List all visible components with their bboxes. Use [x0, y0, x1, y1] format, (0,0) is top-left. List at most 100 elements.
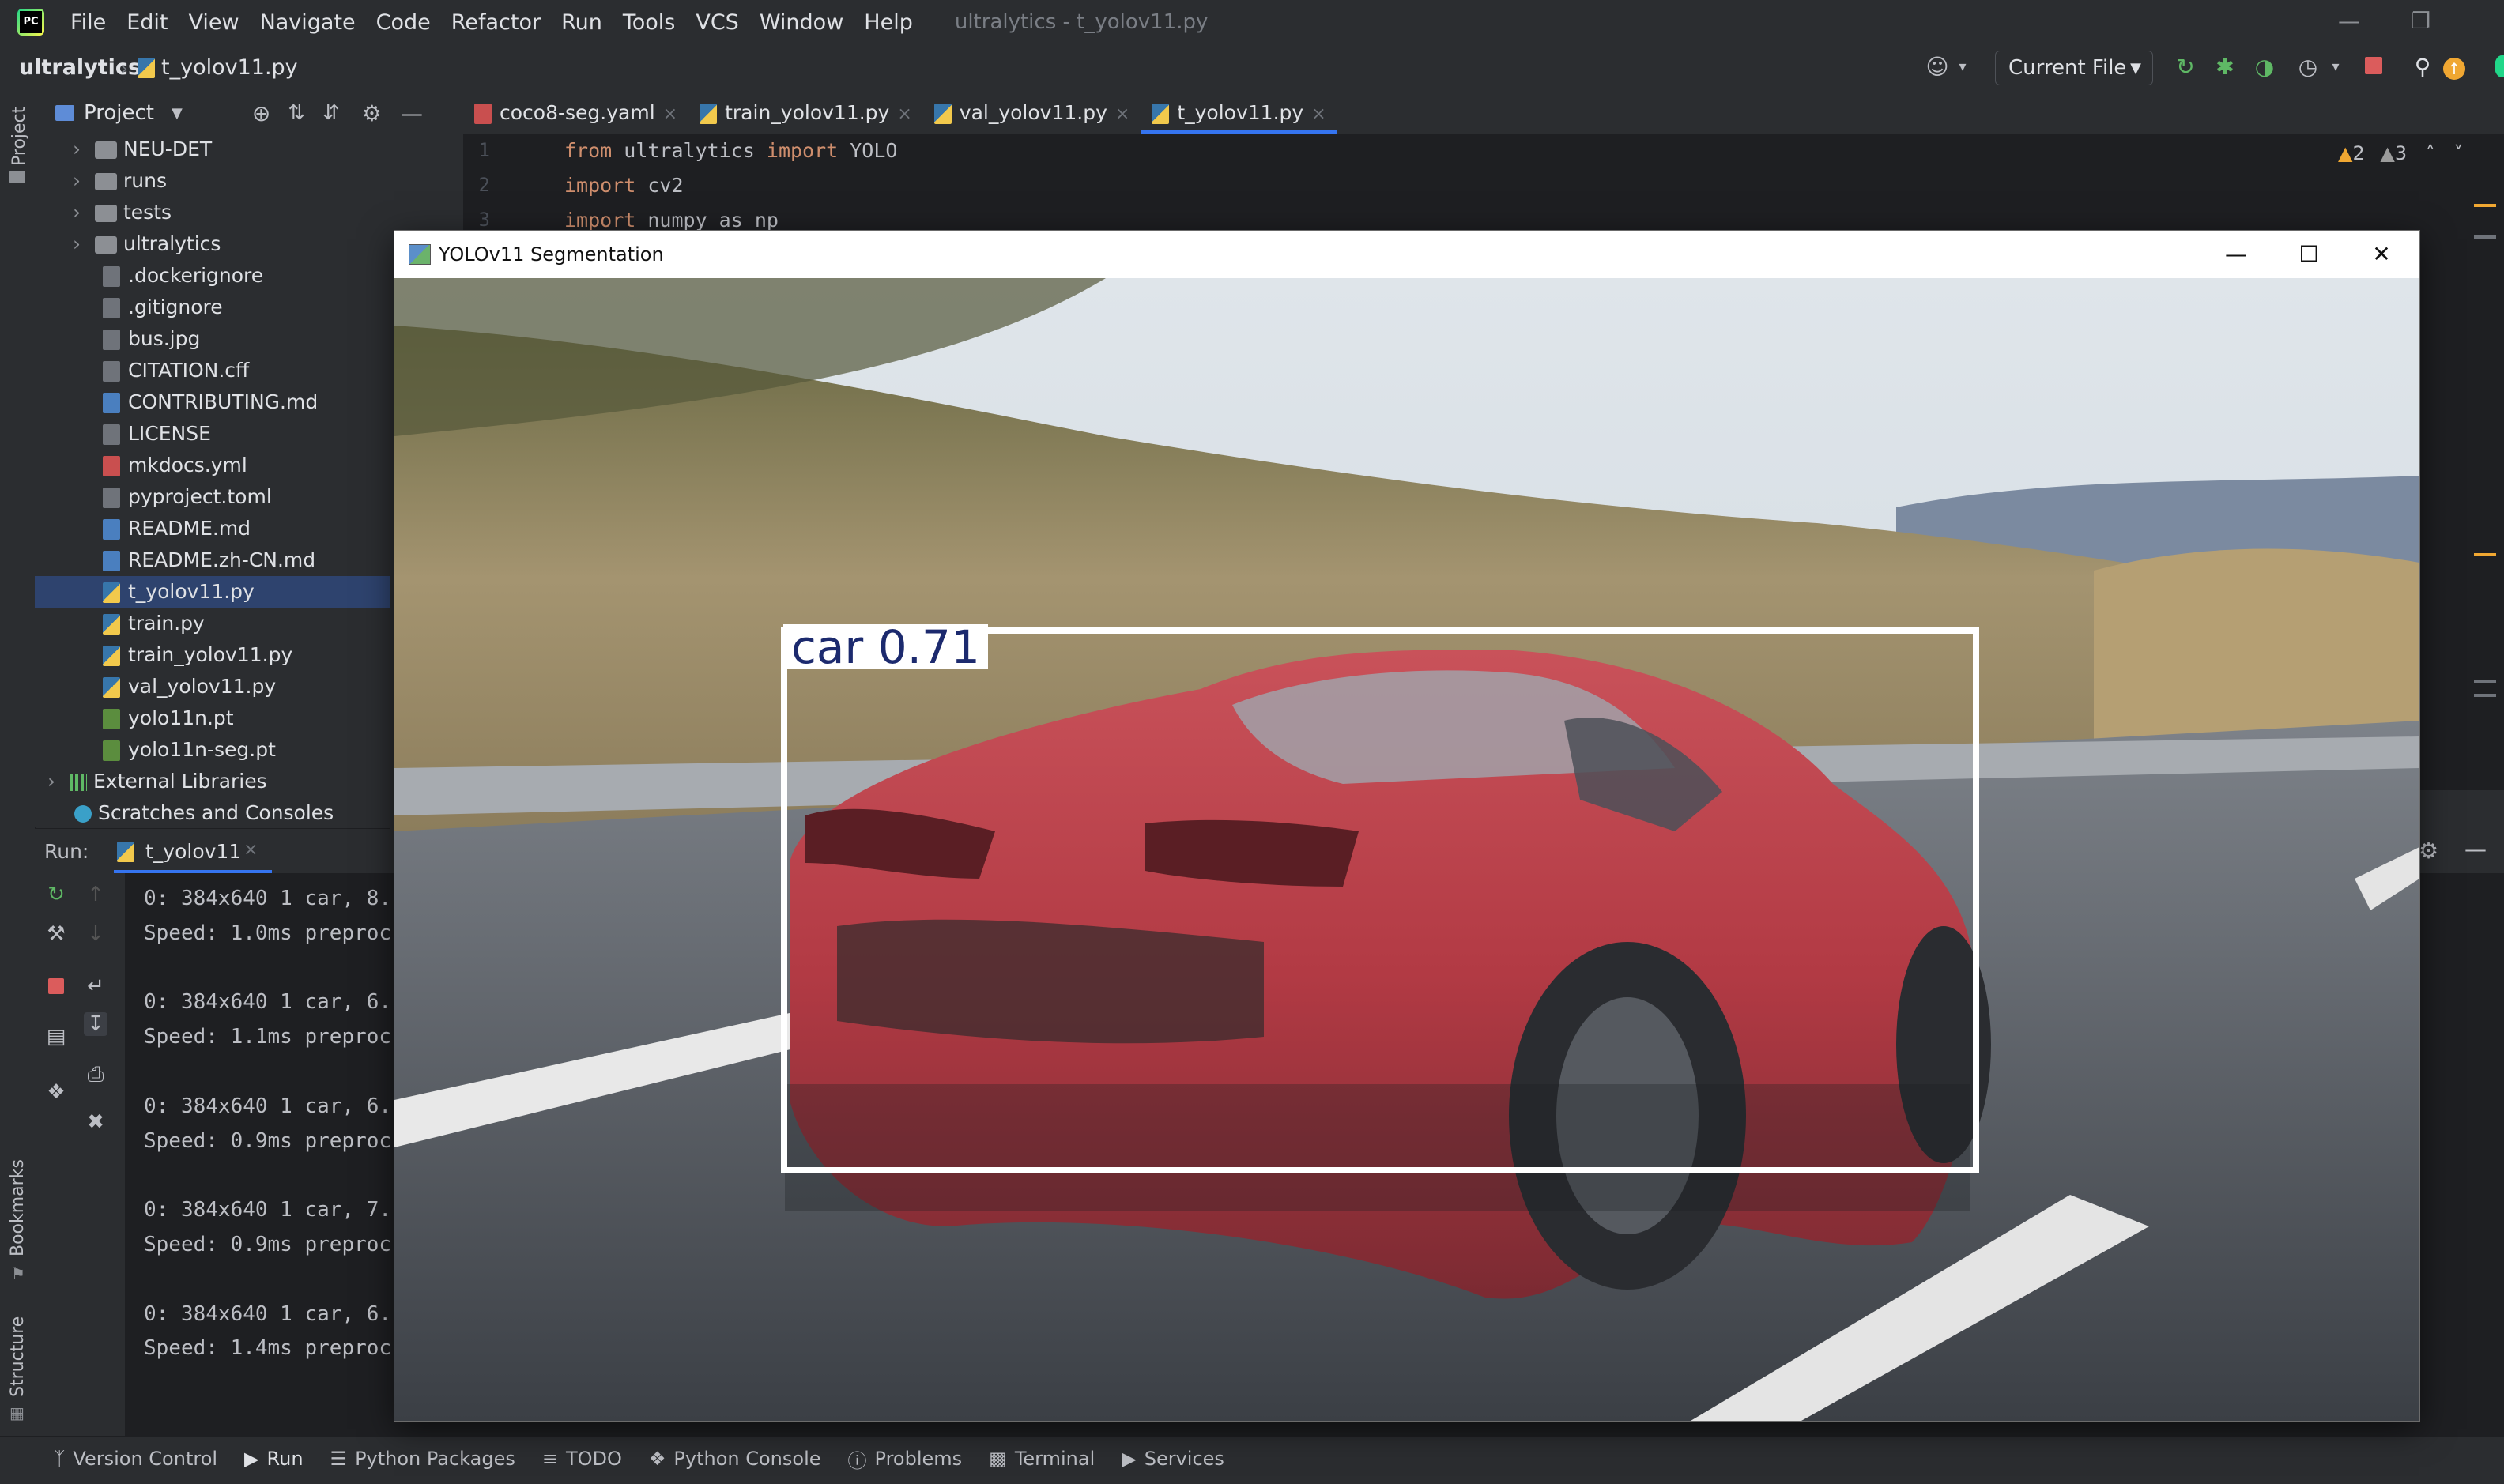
chevron-down-icon[interactable]: ▾ [1951, 55, 1974, 79]
info-marker[interactable] [2474, 680, 2496, 683]
tree-file[interactable]: train_yolov11.py [35, 639, 390, 671]
stop-icon[interactable] [44, 976, 68, 1000]
hide-icon[interactable]: — [2464, 836, 2487, 862]
close-icon[interactable]: × [1115, 104, 1129, 124]
profile-icon[interactable]: ◷ [2296, 55, 2320, 79]
gear-icon[interactable]: ⚙ [362, 100, 382, 126]
coverage-icon[interactable]: ◑ [2253, 55, 2276, 79]
close-icon[interactable]: × [897, 104, 911, 124]
menu-file[interactable]: File [60, 10, 116, 35]
layout-icon[interactable]: ▤ [44, 1025, 68, 1049]
update-icon[interactable]: ↑ [2442, 55, 2466, 80]
menu-run[interactable]: Run [551, 10, 613, 35]
restore-icon[interactable]: ❐ [2411, 8, 2430, 34]
tree-file[interactable]: t_yolov11.py [35, 576, 390, 608]
collapse-all-icon[interactable]: ⇵ [322, 101, 340, 125]
tree-external-libraries[interactable]: › External Libraries [35, 766, 390, 797]
maximize-icon[interactable]: ☐ [2272, 231, 2345, 278]
tree-file[interactable]: mkdocs.yml [35, 450, 390, 481]
inspection-widget[interactable]: ▲2 ▲3 ˄ ˅ [2338, 142, 2463, 164]
tree-file[interactable]: train.py [35, 608, 390, 639]
tree-file[interactable]: bus.jpg [35, 323, 390, 355]
structure-tool-button[interactable]: Structure [8, 1316, 28, 1397]
breadcrumb-file[interactable]: t_yolov11.py [161, 55, 298, 80]
minimize-icon[interactable]: — [2200, 231, 2272, 278]
minimize-icon[interactable]: — [2338, 8, 2360, 34]
editor-tab[interactable]: coco8-seg.yaml × [463, 92, 688, 134]
chevron-right-icon[interactable]: › [73, 165, 95, 197]
close-icon[interactable]: ✕ [2345, 231, 2418, 278]
print-icon[interactable]: ⎙ [84, 1063, 107, 1087]
tree-file[interactable]: .gitignore [35, 292, 390, 323]
menu-navigate[interactable]: Navigate [250, 10, 366, 35]
chevron-down-icon[interactable]: ▾ [2324, 55, 2348, 79]
bottom-tab-terminal[interactable]: ▩ Terminal [989, 1448, 1095, 1470]
tree-folder[interactable]: › ultralytics [35, 228, 390, 260]
close-icon[interactable]: × [1311, 104, 1326, 124]
tree-file[interactable]: yolo11n.pt [35, 702, 390, 734]
code-line[interactable]: import numpy as np [564, 209, 779, 232]
info-marker[interactable] [2474, 694, 2496, 697]
editor-tab[interactable]: train_yolov11.py × [688, 92, 923, 134]
code-line[interactable]: from ultralytics import YOLO [564, 139, 897, 162]
tree-file[interactable]: LICENSE [35, 418, 390, 450]
project-panel-title[interactable]: Project [84, 101, 154, 125]
trash-icon[interactable]: ✖ [84, 1110, 107, 1134]
menu-edit[interactable]: Edit [116, 10, 178, 35]
hide-icon[interactable]: — [401, 100, 423, 126]
scroll-to-end-icon[interactable]: ↧ [84, 1012, 107, 1036]
tree-folder[interactable]: › runs [35, 165, 390, 197]
rerun-icon[interactable]: ↻ [44, 883, 68, 906]
menu-code[interactable]: Code [366, 10, 441, 35]
bottom-tab-todo[interactable]: ≡ TODO [542, 1448, 622, 1470]
expand-all-icon[interactable]: ⇅ [288, 101, 305, 125]
wrench-icon[interactable]: ⚒ [44, 922, 68, 946]
tree-file[interactable]: .dockerignore [35, 260, 390, 292]
gear-icon[interactable]: ⚙ [2419, 838, 2438, 864]
menu-window[interactable]: Window [749, 10, 854, 35]
warning-marker[interactable] [2474, 204, 2496, 207]
run-configuration-select[interactable]: Current File ▼ [1995, 51, 2153, 85]
bookmarks-tool-button[interactable]: Bookmarks [8, 1159, 28, 1256]
chevron-up-icon[interactable]: ˄ [2426, 142, 2435, 164]
opencv-title-bar[interactable]: YOLOv11 Segmentation — ☐ ✕ [394, 231, 2419, 278]
bottom-tab-python-packages[interactable]: ☰ Python Packages [330, 1448, 515, 1470]
plugin-icon[interactable] [2490, 55, 2504, 79]
bottom-tab-problems[interactable]: ⓘ Problems [848, 1445, 963, 1473]
info-marker[interactable] [2474, 235, 2496, 239]
close-icon[interactable]: × [663, 104, 677, 124]
menu-view[interactable]: View [178, 10, 249, 35]
editor-tab[interactable]: val_yolov11.py × [923, 92, 1141, 134]
menu-refactor[interactable]: Refactor [441, 10, 551, 35]
bottom-tab-run[interactable]: ▶ Run [244, 1448, 304, 1470]
chevron-right-icon[interactable]: › [73, 134, 95, 165]
tree-file[interactable]: README.zh-CN.md [35, 544, 390, 576]
editor-tab[interactable]: t_yolov11.py × [1141, 92, 1337, 134]
user-icon[interactable]: ☺ [1925, 55, 1949, 79]
tree-file[interactable]: CITATION.cff [35, 355, 390, 386]
tree-file[interactable]: yolo11n-seg.pt [35, 734, 390, 766]
chevron-down-icon[interactable]: ˅ [2453, 142, 2463, 164]
tree-file[interactable]: pyproject.toml [35, 481, 390, 513]
stop-icon[interactable] [2362, 55, 2385, 79]
menu-vcs[interactable]: VCS [685, 10, 749, 35]
search-icon[interactable]: ⚲ [2411, 55, 2434, 79]
menu-tools[interactable]: Tools [613, 10, 686, 35]
pin-icon[interactable]: ❖ [44, 1080, 68, 1104]
chevron-right-icon[interactable]: › [73, 197, 95, 228]
tree-file[interactable]: val_yolov11.py [35, 671, 390, 702]
chevron-right-icon[interactable]: › [73, 228, 95, 260]
chevron-down-icon[interactable]: ▼ [172, 105, 183, 122]
chevron-right-icon[interactable]: › [47, 766, 70, 797]
tree-scratches[interactable]: Scratches and Consoles [35, 797, 390, 829]
menu-help[interactable]: Help [854, 10, 923, 35]
tree-folder[interactable]: › NEU-DET [35, 134, 390, 165]
tree-file[interactable]: README.md [35, 513, 390, 544]
project-tool-button[interactable]: Project [9, 107, 29, 166]
tree-folder[interactable]: › tests [35, 197, 390, 228]
tree-file[interactable]: CONTRIBUTING.md [35, 386, 390, 418]
locate-icon[interactable]: ⊕ [252, 100, 270, 126]
run-tab-label[interactable]: t_yolov11 [145, 840, 241, 863]
soft-wrap-icon[interactable]: ↵ [84, 974, 107, 998]
close-icon[interactable]: × [243, 840, 258, 860]
